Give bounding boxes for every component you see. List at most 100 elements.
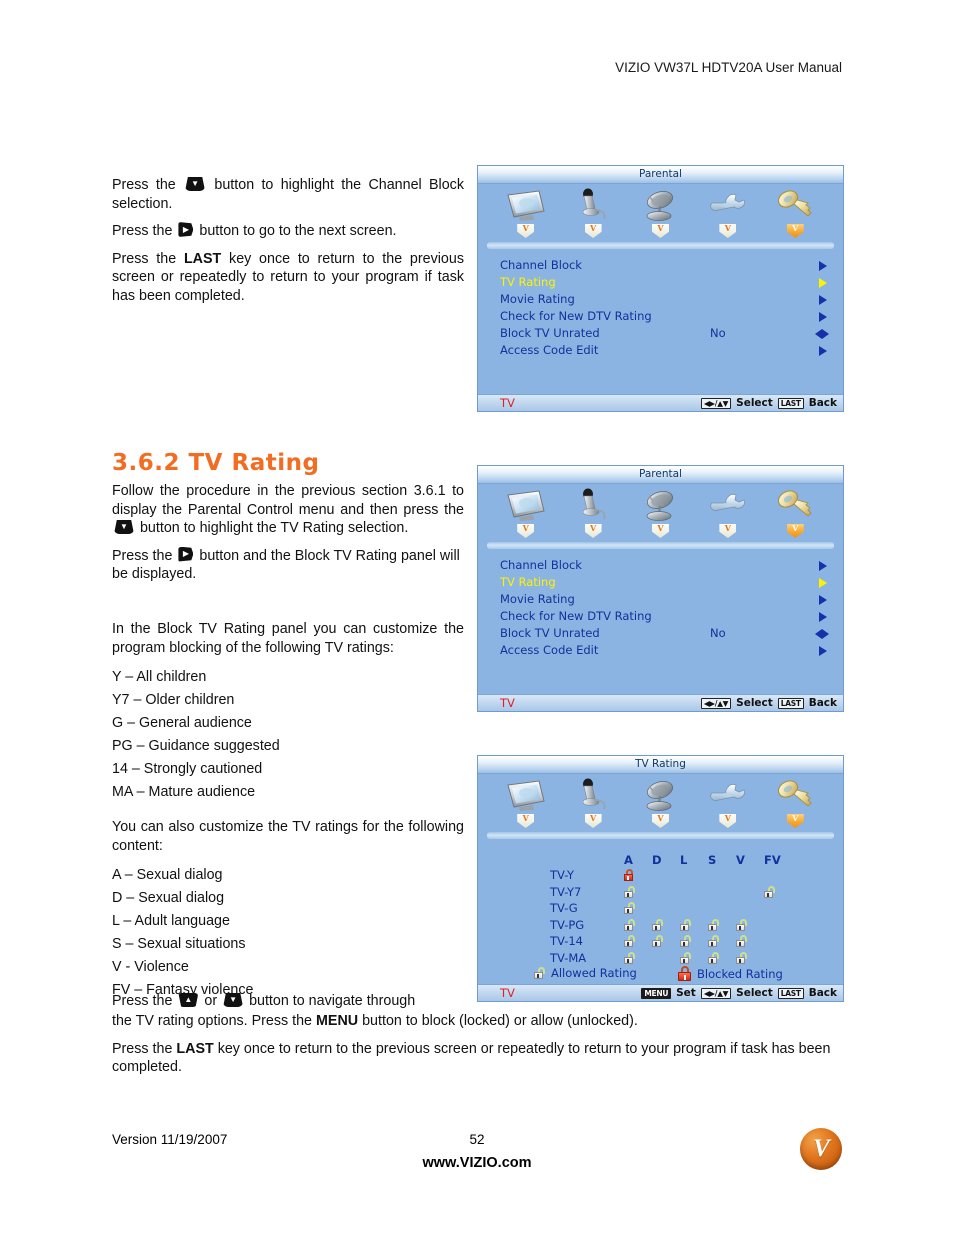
osd-tab-tv-picture[interactable]: V <box>498 187 554 238</box>
menu-row-label: Block TV Unrated <box>500 626 600 640</box>
menu-row[interactable]: TV Rating <box>478 574 843 591</box>
osd-tab-tv-picture[interactable]: V <box>498 777 554 828</box>
grid-row[interactable]: TV-Y <box>478 867 843 884</box>
osd-footer-hints: ◀▶/▲▼ Select LAST Back <box>700 397 837 409</box>
unlocked-padlock-icon[interactable] <box>708 918 719 931</box>
right-arrow-icon <box>819 612 827 622</box>
unlocked-padlock-icon[interactable] <box>624 902 635 914</box>
menu-row[interactable]: Channel Block <box>478 557 843 574</box>
osd-tab-microphone-audio[interactable]: V <box>565 487 621 538</box>
menu-row[interactable]: Block TV Unrated No <box>478 325 843 342</box>
locked-padlock-icon[interactable] <box>624 869 635 881</box>
unlocked-padlock-icon[interactable] <box>680 951 691 964</box>
legend-allowed-label: Allowed Rating <box>551 966 637 980</box>
menu-row[interactable]: Movie Rating <box>478 591 843 608</box>
section-heading: 3.6.2 TV Rating <box>112 450 320 476</box>
grid-row-label: TV-14 <box>550 934 584 948</box>
microphone-audio-icon <box>573 487 613 523</box>
osd-tab-wrench-setup[interactable]: V <box>700 487 756 538</box>
osd-tab-wrench-setup[interactable]: V <box>700 777 756 828</box>
menu-row[interactable]: Check for New DTV Rating <box>478 608 843 625</box>
unlocked-padlock-icon[interactable] <box>708 951 719 964</box>
vizio-tab-badge-icon: V <box>584 224 602 238</box>
menu-row[interactable]: Movie Rating <box>478 291 843 308</box>
grid-row[interactable]: TV-14 <box>478 933 843 950</box>
menu-row-label: Access Code Edit <box>500 643 599 657</box>
osd-title: Parental <box>478 466 843 484</box>
grid-row-label: TV-PG <box>550 917 585 932</box>
osd-tab-tv-picture[interactable]: V <box>498 487 554 538</box>
grid-row-label: TV-MA <box>550 950 587 965</box>
vizio-tab-badge-icon: V <box>719 224 737 238</box>
unlocked-padlock-icon[interactable] <box>652 918 663 931</box>
menu-row[interactable]: TV Rating <box>478 274 843 291</box>
right-arrow-icon <box>819 578 827 588</box>
unlocked-padlock-icon[interactable] <box>736 918 747 931</box>
legend-blocked-label: Blocked Rating <box>697 966 783 981</box>
unlocked-padlock-icon[interactable] <box>624 918 635 931</box>
list-item: Y7 – Older children <box>112 692 235 708</box>
menu-row-label: Block TV Unrated <box>500 326 600 340</box>
unlocked-padlock-icon[interactable] <box>764 885 775 898</box>
section-paragraph-1: Follow the procedure in the previous sec… <box>112 483 464 536</box>
left-right-arrow-icon <box>815 629 829 639</box>
osd-tab-satellite-dish-tuner[interactable]: V <box>632 777 688 828</box>
vizio-tab-badge-icon: V <box>719 524 737 538</box>
right-arrow-key-icon: ▶ <box>178 222 194 237</box>
grid-column-header: V <box>736 853 745 867</box>
tv-picture-icon <box>505 777 547 813</box>
osd-footer-hints: MENU Set ◀▶/▲▼ Select LAST Back <box>641 987 837 999</box>
intro-line-3: Press the LAST key once to return to the… <box>112 250 464 304</box>
unlocked-padlock-icon[interactable] <box>624 951 635 964</box>
unlocked-padlock-icon[interactable] <box>680 918 691 931</box>
unlocked-padlock-icon[interactable] <box>624 935 635 947</box>
osd-tab-key-parental[interactable]: V <box>767 487 823 538</box>
osd-tab-microphone-audio[interactable]: V <box>565 187 621 238</box>
grid-row[interactable]: TV-G <box>478 900 843 917</box>
grid-row[interactable]: TV-Y7 <box>478 884 843 901</box>
menu-row-label: TV Rating <box>500 275 556 289</box>
navigate-instruction-wide: the TV rating options. Press the MENU bu… <box>112 1012 842 1077</box>
osd-source-label: TV <box>500 986 515 1000</box>
tv-rating-grid: A D L S V FV TV-Y TV-Y7 TV-G TV-PG TV-14 TV-MA <box>478 839 843 966</box>
menu-key-icon: MENU <box>641 987 672 999</box>
parental-menu-screenshot-middle: Parental V V V V V Channel Block TV Rati… <box>477 465 844 712</box>
left-right-arrow-icon <box>815 329 829 339</box>
down-arrow-key-icon: ▼ <box>185 177 206 191</box>
osd-tab-key-parental[interactable]: V <box>767 777 823 828</box>
menu-key-label: MENU <box>316 1013 359 1029</box>
vizio-tab-badge-icon: V <box>584 814 602 828</box>
down-arrow-key-icon: ▼ <box>223 993 244 1007</box>
menu-row-label: Movie Rating <box>500 592 575 606</box>
select-arrows-key-icon: ◀▶/▲▼ <box>700 987 732 999</box>
unlocked-padlock-icon[interactable] <box>680 935 691 947</box>
menu-row[interactable]: Channel Block <box>478 257 843 274</box>
menu-row[interactable]: Access Code Edit <box>478 342 843 359</box>
section-paragraph-6: Press the LAST key once to return to the… <box>112 1040 831 1076</box>
grid-row[interactable]: TV-MA <box>478 950 843 967</box>
unlocked-padlock-icon[interactable] <box>652 935 663 947</box>
menu-row-label: Check for New DTV Rating <box>500 309 652 323</box>
unlocked-padlock-icon[interactable] <box>736 935 747 947</box>
unlocked-padlock-icon[interactable] <box>736 951 747 964</box>
satellite-dish-tuner-icon <box>639 777 681 813</box>
osd-tab-wrench-setup[interactable]: V <box>700 187 756 238</box>
menu-row[interactable]: Check for New DTV Rating <box>478 308 843 325</box>
grid-row-label: TV-Y <box>550 868 575 882</box>
tv-picture-icon <box>505 487 547 523</box>
osd-title: Parental <box>478 166 843 184</box>
osd-tab-key-parental[interactable]: V <box>767 187 823 238</box>
tv-picture-icon <box>505 187 547 223</box>
vizio-tab-badge-icon: V <box>517 524 535 538</box>
grid-row[interactable]: TV-PG <box>478 917 843 934</box>
unlocked-padlock-icon[interactable] <box>708 935 719 947</box>
unlocked-padlock-icon[interactable] <box>624 885 635 898</box>
osd-title: TV Rating <box>478 756 843 774</box>
osd-tab-satellite-dish-tuner[interactable]: V <box>632 487 688 538</box>
vizio-tab-badge-icon: V <box>651 524 669 538</box>
menu-row[interactable]: Block TV Unrated No <box>478 625 843 642</box>
menu-row[interactable]: Access Code Edit <box>478 642 843 659</box>
osd-tab-satellite-dish-tuner[interactable]: V <box>632 187 688 238</box>
section-paragraph-5a: Press the ▲ or ▼ button to navigate thro… <box>112 993 416 1009</box>
osd-tab-microphone-audio[interactable]: V <box>565 777 621 828</box>
